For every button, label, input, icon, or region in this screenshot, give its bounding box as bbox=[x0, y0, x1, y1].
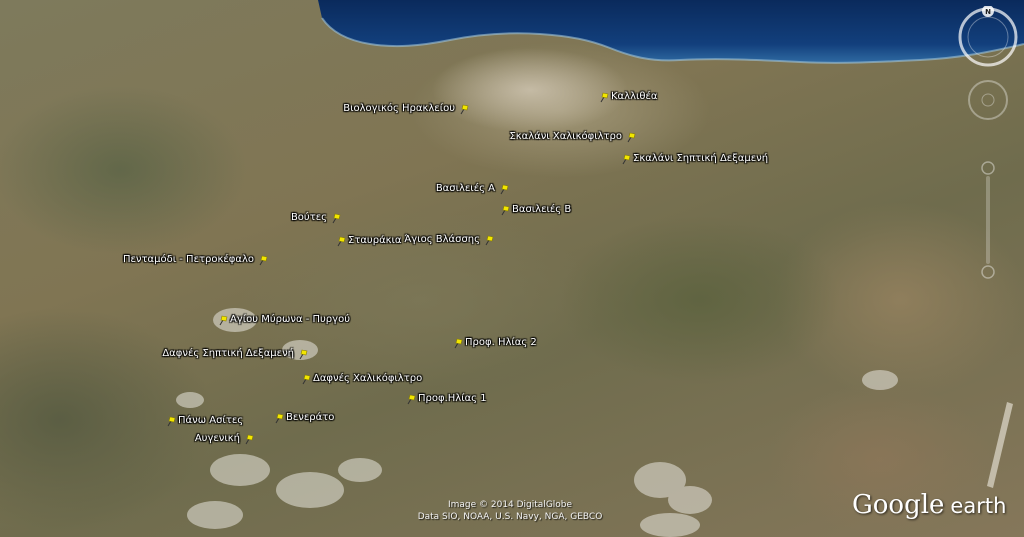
placemark-label[interactable]: Βασιλειές Α bbox=[436, 183, 495, 195]
satellite-map[interactable]: Βιολογικός Ηρακλείου Καλλιθέα Σκαλάνι Χαλι… bbox=[0, 0, 1024, 537]
pushpin-icon[interactable] bbox=[501, 205, 510, 216]
look-control[interactable] bbox=[966, 78, 1010, 122]
imagery-attribution: Image © 2014 DigitalGlobe Data SIO, NOAA… bbox=[400, 499, 620, 523]
pushpin-icon[interactable] bbox=[337, 236, 346, 247]
logo-product: earth bbox=[950, 494, 1007, 518]
compass-north-label: N bbox=[985, 8, 991, 16]
placemark-label[interactable]: Προφ.Ηλίας 1 bbox=[418, 393, 487, 405]
cloud-layer bbox=[176, 308, 898, 537]
pushpin-icon[interactable] bbox=[302, 374, 311, 385]
pushpin-icon[interactable] bbox=[460, 104, 469, 115]
placemark-label[interactable]: Βασιλειές Β bbox=[512, 204, 571, 216]
pushpin-icon[interactable] bbox=[454, 338, 463, 349]
pushpin-icon[interactable] bbox=[600, 92, 609, 103]
pushpin-icon[interactable] bbox=[627, 132, 636, 143]
placemark-label[interactable]: Σταυράκια bbox=[348, 235, 402, 247]
coastline bbox=[318, 0, 1024, 63]
placemark-label[interactable]: Πάνω Ασίτες bbox=[178, 415, 243, 427]
pushpin-icon[interactable] bbox=[275, 413, 284, 424]
pushpin-icon[interactable] bbox=[407, 394, 416, 405]
placemark-label[interactable]: Δαφνές Χαλικόφιλτρο bbox=[313, 373, 422, 385]
placemark-label[interactable]: Βιολογικός Ηρακλείου bbox=[343, 103, 455, 115]
placemark-label[interactable]: Σκαλάνι Σηπτική Δεξαμενή bbox=[633, 153, 768, 165]
compass-control[interactable]: N bbox=[957, 6, 1019, 68]
placemark-label[interactable]: Βούτες bbox=[291, 212, 327, 224]
pushpin-icon[interactable] bbox=[219, 315, 228, 326]
logo-brand: Google bbox=[852, 490, 945, 520]
placemark-label[interactable]: Πενταμόδι - Πετροκέφαλο bbox=[123, 254, 254, 266]
placemark-label[interactable]: Δαφνές Σηπτική Δεξαμενή bbox=[162, 348, 294, 360]
pushpin-icon[interactable] bbox=[500, 184, 509, 195]
placemark-label[interactable]: Καλλιθέα bbox=[611, 91, 657, 103]
placemark-label[interactable]: Σκαλάνι Χαλικόφιλτρο bbox=[509, 131, 622, 143]
placemark-label[interactable]: Άγιος Βλάσσης bbox=[404, 234, 480, 246]
zoom-slider[interactable] bbox=[980, 160, 996, 280]
pushpin-icon[interactable] bbox=[485, 235, 494, 246]
pushpin-icon[interactable] bbox=[622, 154, 631, 165]
pushpin-icon[interactable] bbox=[167, 416, 176, 427]
placemark-label[interactable]: Βενεράτο bbox=[286, 412, 334, 424]
pushpin-icon[interactable] bbox=[245, 434, 254, 445]
placemark-label[interactable]: Προφ. Ηλίας 2 bbox=[465, 337, 537, 349]
attribution-line-1: Image © 2014 DigitalGlobe bbox=[447, 500, 573, 510]
pushpin-icon[interactable] bbox=[299, 349, 308, 360]
airport-runway bbox=[987, 402, 1013, 488]
pushpin-icon[interactable] bbox=[259, 255, 268, 266]
placemark-label[interactable]: Αυγενική bbox=[195, 433, 240, 445]
placemark-label[interactable]: Αγίου Μύρωνα - Πυργού bbox=[230, 314, 350, 326]
attribution-line-2: Data SIO, NOAA, U.S. Navy, NGA, GEBCO bbox=[417, 512, 603, 522]
pushpin-icon[interactable] bbox=[332, 213, 341, 224]
google-earth-logo: Google earth bbox=[852, 490, 1006, 520]
sea-area bbox=[318, 0, 1024, 64]
